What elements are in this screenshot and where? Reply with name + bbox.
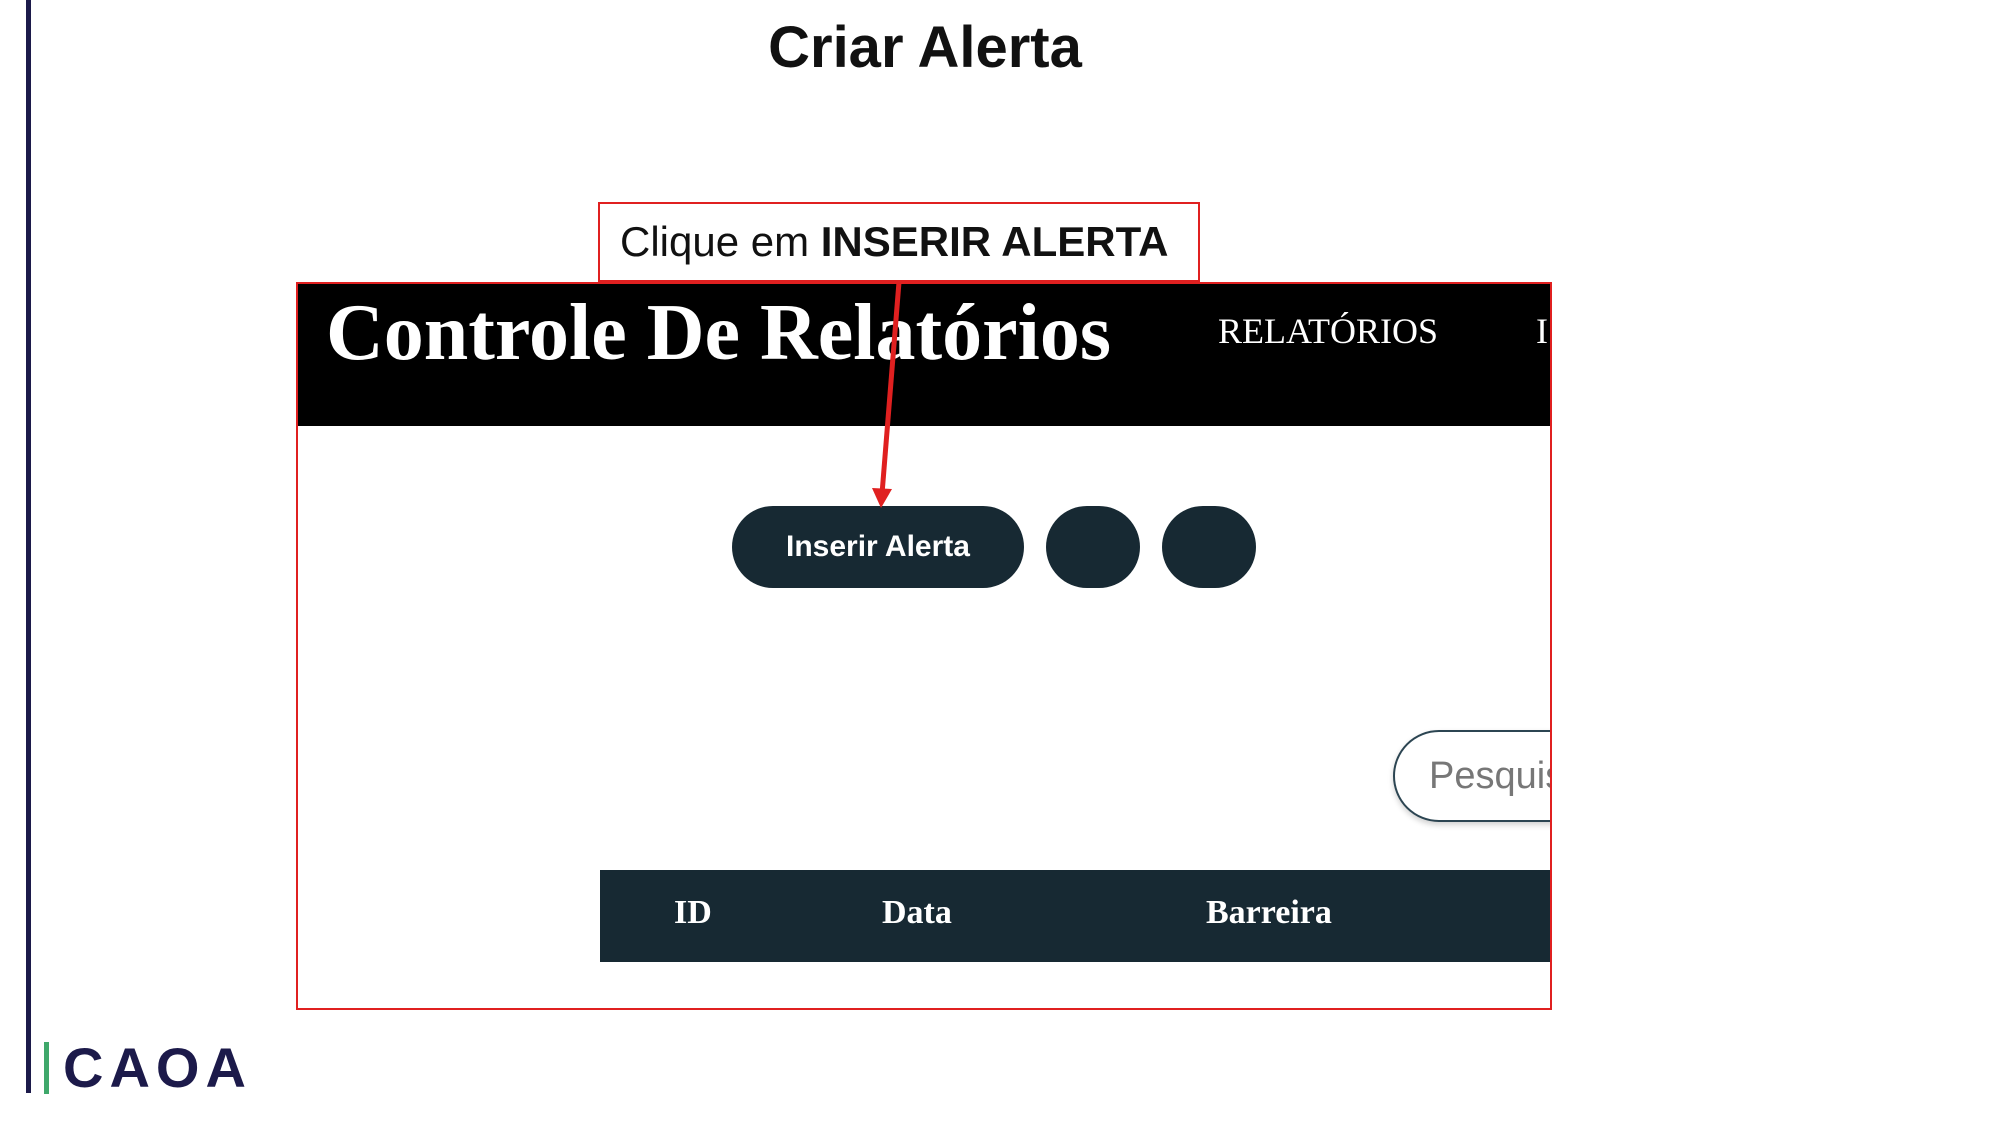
column-header-data[interactable]: Data xyxy=(882,894,952,932)
logo-accent-bar xyxy=(44,1042,49,1094)
search-input[interactable] xyxy=(1393,730,1550,822)
callout-prefix: Clique em xyxy=(620,218,821,265)
insert-alert-button[interactable]: Inserir Alerta xyxy=(732,506,1024,588)
callout-emphasis: INSERIR ALERTA xyxy=(820,218,1169,265)
round-action-button-1[interactable] xyxy=(1046,506,1140,588)
caoa-logo: CAOA xyxy=(44,1040,252,1096)
app-brand-title: Controle De Relatórios xyxy=(326,289,1111,377)
nav-link-relatorios[interactable]: RELATÓRIOS xyxy=(1218,310,1438,352)
nav-link-next[interactable]: I xyxy=(1536,310,1548,352)
column-header-barreira[interactable]: Barreira xyxy=(1206,894,1332,932)
instruction-callout: Clique em INSERIR ALERTA xyxy=(598,202,1200,282)
left-divider-rule xyxy=(26,0,31,1093)
slide-title: Criar Alerta xyxy=(768,15,1082,80)
round-action-button-2[interactable] xyxy=(1162,506,1256,588)
logo-wordmark: CAOA xyxy=(63,1036,252,1099)
app-navbar: Controle De Relatórios RELATÓRIOS I xyxy=(298,284,1550,426)
table-header-row: ID Data Barreira xyxy=(600,870,1550,962)
app-screenshot-frame: Controle De Relatórios RELATÓRIOS I Inse… xyxy=(296,282,1552,1010)
column-header-id[interactable]: ID xyxy=(674,894,712,932)
